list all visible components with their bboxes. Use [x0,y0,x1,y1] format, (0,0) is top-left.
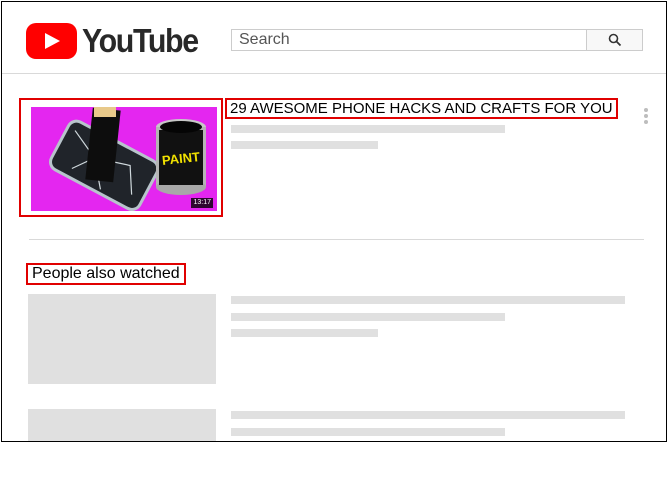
video-thumbnail[interactable]: PAINT 13:17 [31,107,217,211]
thumbnail-art: PAINT [31,107,217,211]
youtube-logo[interactable]: YouTube [26,22,208,60]
suggested-channel-placeholder [231,313,505,321]
meta-placeholder [231,141,378,149]
section-heading: People also watched [26,263,186,285]
top-bar: YouTube Search [2,2,666,74]
dot [644,114,648,118]
divider [29,239,644,240]
duration-badge: 13:17 [191,198,213,208]
suggested-title-placeholder [231,411,625,419]
search-button[interactable] [587,29,643,51]
suggested-thumbnail-placeholder[interactable] [28,409,216,441]
suggested-thumbnail-placeholder[interactable] [28,294,216,384]
logo-wordmark: YouTube [82,22,199,59]
suggested-channel-placeholder [231,428,505,436]
suggested-meta-placeholder [231,329,378,337]
dot [644,120,648,124]
video-thumbnail-highlight[interactable]: PAINT 13:17 [19,98,223,217]
dot [644,108,648,112]
video-title[interactable]: 29 AWESOME PHONE HACKS AND CRAFTS FOR YO… [225,98,618,119]
app-window: YouTube Search PAINT 13:17 29 AWESOME PH… [1,1,667,442]
search-input[interactable]: Search [231,29,587,51]
play-icon [26,23,77,59]
suggested-title-placeholder [231,296,625,304]
more-options-icon[interactable] [644,108,648,126]
channel-placeholder [231,125,505,133]
search-icon [608,33,621,47]
